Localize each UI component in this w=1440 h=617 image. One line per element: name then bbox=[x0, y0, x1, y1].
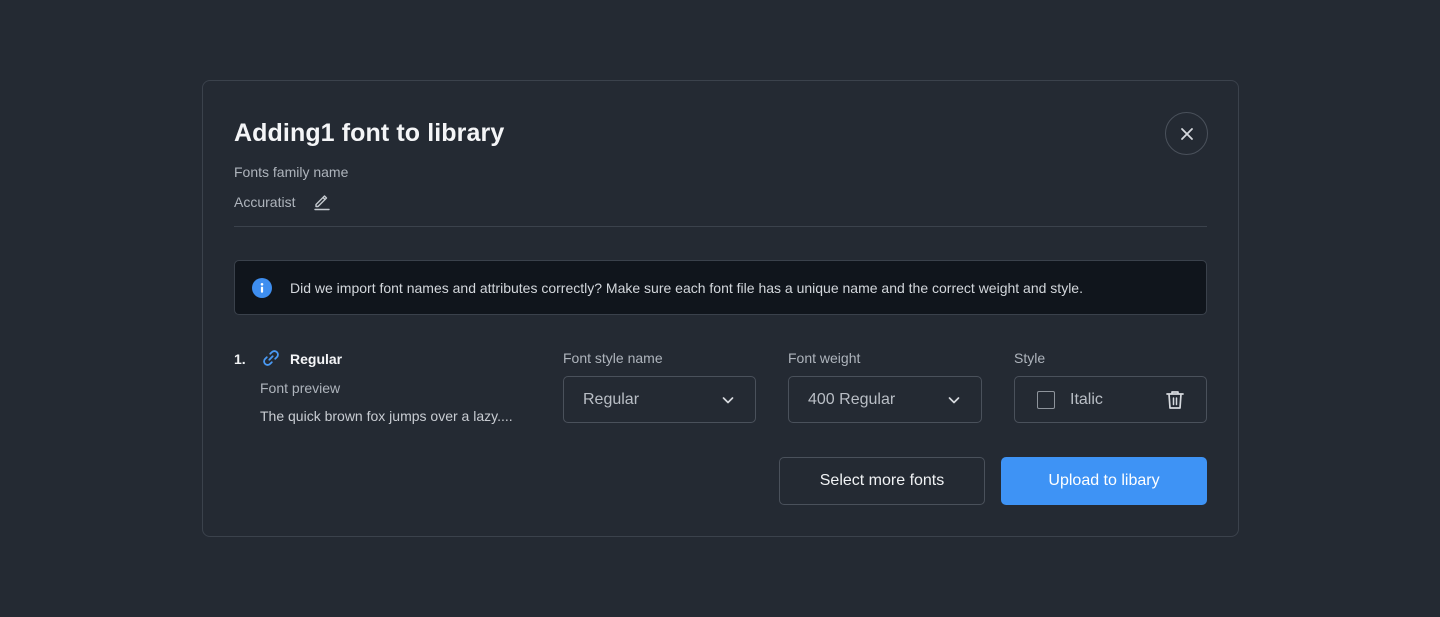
font-weight-value: 400 Regular bbox=[808, 390, 896, 408]
close-button[interactable] bbox=[1165, 112, 1208, 155]
font-style-name-value: Regular bbox=[583, 390, 640, 408]
select-more-fonts-button[interactable]: Select more fonts bbox=[779, 457, 985, 505]
font-style-title: Regular bbox=[290, 351, 343, 367]
italic-label: Italic bbox=[1070, 390, 1103, 408]
font-preview-label: Font preview bbox=[260, 380, 341, 396]
add-font-modal: Adding1 font to library Fonts family nam… bbox=[202, 80, 1239, 537]
font-row-number: 1. bbox=[234, 351, 246, 367]
close-icon bbox=[1180, 127, 1193, 140]
font-weight-select[interactable]: 400 Regular bbox=[788, 376, 982, 423]
font-style-name-select[interactable]: Regular bbox=[563, 376, 756, 423]
family-name-value: Accuratist bbox=[234, 194, 296, 210]
font-style-label: Style bbox=[1014, 350, 1046, 366]
font-weight-label: Font weight bbox=[788, 350, 861, 366]
italic-checkbox[interactable] bbox=[1037, 390, 1055, 409]
header-divider bbox=[234, 226, 1207, 227]
font-preview-text: The quick brown fox jumps over a lazy...… bbox=[260, 408, 513, 424]
font-style-name-label: Font style name bbox=[563, 350, 663, 366]
info-icon bbox=[252, 277, 272, 298]
font-style-box: Italic bbox=[1014, 376, 1207, 423]
pencil-icon bbox=[314, 195, 331, 211]
upload-to-library-button[interactable]: Upload to libary bbox=[1001, 457, 1207, 505]
chevron-down-icon bbox=[722, 396, 734, 403]
info-text: Did we import font names and attributes … bbox=[290, 279, 1083, 296]
family-name-row: Accuratist bbox=[234, 192, 332, 212]
trash-icon[interactable] bbox=[1164, 389, 1186, 411]
chevron-down-icon bbox=[948, 396, 960, 403]
edit-family-name-button[interactable] bbox=[312, 192, 332, 212]
family-name-label: Fonts family name bbox=[234, 164, 349, 180]
modal-title: Adding1 font to library bbox=[234, 119, 505, 147]
info-banner: Did we import font names and attributes … bbox=[234, 260, 1207, 315]
link-icon bbox=[263, 350, 279, 366]
